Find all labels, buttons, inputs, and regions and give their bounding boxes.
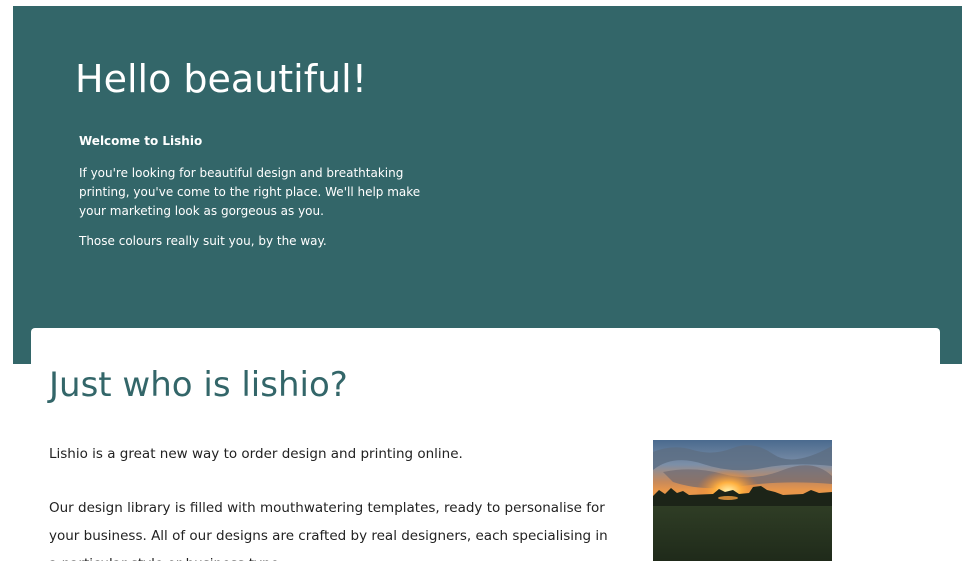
about-library-text: Our design library is filled with mouthw…: [49, 500, 608, 561]
hero-subtitle: Welcome to Lishio: [79, 134, 203, 148]
sunset-photo: [653, 440, 832, 561]
about-section: Just who is lishio? Lishio is a great ne…: [31, 328, 940, 561]
hero-banner: Hello beautiful! Welcome to Lishio If yo…: [13, 6, 962, 364]
page: Hello beautiful! Welcome to Lishio If yo…: [0, 0, 966, 561]
about-title: Just who is lishio?: [49, 365, 348, 405]
about-intro-text: Lishio is a great new way to order desig…: [49, 446, 463, 462]
hero-intro-text: If you're looking for beautiful design a…: [79, 166, 421, 218]
hero-tagline: Those colours really suit you, by the wa…: [79, 234, 327, 248]
hero-title: Hello beautiful!: [75, 57, 367, 101]
